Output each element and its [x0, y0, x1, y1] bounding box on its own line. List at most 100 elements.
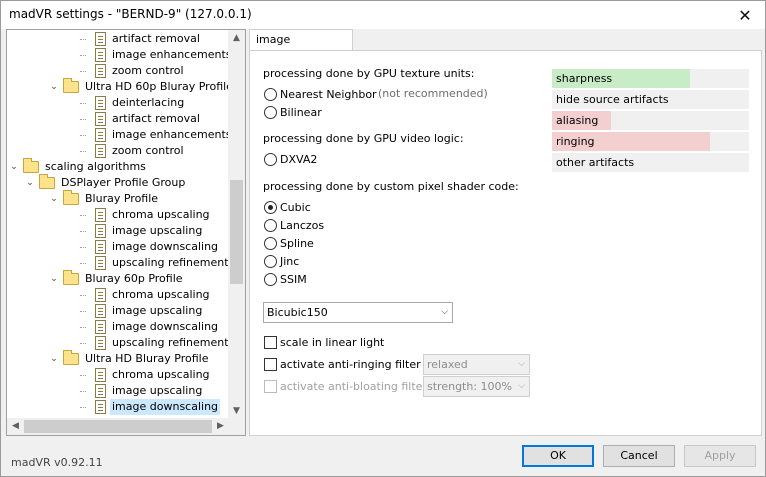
page-icon	[95, 304, 106, 318]
horizontal-scrollbar[interactable]: ◀ ▶	[7, 418, 229, 435]
radio-jinc[interactable]	[264, 255, 277, 268]
radio-spline-label[interactable]: Spline	[280, 237, 314, 250]
expander-icon[interactable]: ⌄	[25, 175, 35, 191]
tree-item-label[interactable]: image upscaling	[110, 383, 204, 399]
tree-item-label[interactable]: Ultra HD Bluray Profile	[83, 351, 210, 367]
filter-select[interactable]: Bicubic150 ⌵	[263, 302, 453, 323]
page-icon	[95, 224, 106, 238]
tree-item[interactable]: image downscaling	[7, 399, 229, 415]
filter-select-value: Bicubic150	[267, 306, 328, 319]
apply-button[interactable]: Apply	[684, 445, 756, 467]
page-icon	[95, 32, 106, 46]
expander-icon[interactable]: ⌄	[9, 159, 19, 175]
radio-spline[interactable]	[264, 237, 277, 250]
tree-item[interactable]: zoom control	[7, 143, 229, 159]
tree-item-label[interactable]: upscaling refinement	[110, 335, 231, 351]
tree-item[interactable]: image upscaling	[7, 223, 229, 239]
scroll-up-icon[interactable]: ▲	[228, 30, 245, 47]
tree-item-label[interactable]: Bluray Profile	[83, 191, 160, 207]
tree-item-label[interactable]: deinterlacing	[110, 95, 186, 111]
vertical-scrollbar[interactable]: ▲ ▼	[228, 30, 245, 420]
tree-item-label[interactable]: image upscaling	[110, 303, 204, 319]
tree-item-label[interactable]: image downscaling	[110, 319, 220, 335]
folder-icon	[63, 78, 79, 93]
tree-item-label[interactable]: image enhancements	[110, 127, 234, 143]
anti-ringing-checkbox[interactable]	[264, 358, 277, 371]
tree-item[interactable]: artifact removal	[7, 31, 229, 47]
radio-nearest-neighbor-label[interactable]: Nearest Neighbor	[280, 88, 377, 101]
tree-item[interactable]: image downscaling	[7, 239, 229, 255]
tree-item[interactable]: image enhancements	[7, 47, 232, 63]
tree-item-label[interactable]: artifact removal	[110, 31, 202, 47]
tree-item-label[interactable]: artifact removal	[110, 111, 202, 127]
tree-item[interactable]: ⌄ Ultra HD 60p Bluray Profile	[7, 78, 233, 95]
tree-item[interactable]: chroma upscaling	[7, 367, 229, 383]
anti-bloating-label[interactable]: activate anti-bloating filter	[280, 380, 427, 393]
tree-item[interactable]: artifact removal	[7, 111, 229, 127]
scroll-left-icon[interactable]: ◀	[7, 418, 24, 435]
tree-item[interactable]: chroma upscaling	[7, 287, 229, 303]
tab-image-downscaling[interactable]: image downscaling	[249, 29, 353, 66]
tree-item-label[interactable]: Ultra HD 60p Bluray Profile	[83, 79, 235, 95]
vertical-scroll-thumb[interactable]	[230, 180, 243, 284]
radio-cubic-label[interactable]: Cubic	[280, 201, 311, 214]
anti-ringing-label[interactable]: activate anti-ringing filter	[280, 358, 421, 371]
expander-icon[interactable]: ⌄	[49, 351, 59, 367]
radio-lanczos[interactable]	[264, 219, 277, 232]
tree-item-label[interactable]: Bluray 60p Profile	[83, 271, 185, 287]
tree-item[interactable]: upscaling refinement	[7, 255, 229, 271]
tree-item[interactable]: zoom control	[7, 63, 229, 79]
anti-bloating-select[interactable]: strength: 100% ⌵	[423, 376, 530, 397]
tree-item-label[interactable]: image downscaling	[110, 239, 220, 255]
tree-item-label[interactable]: chroma upscaling	[110, 287, 212, 303]
expander-icon[interactable]: ⌄	[49, 79, 59, 95]
tree-item[interactable]: image upscaling	[7, 383, 229, 399]
radio-cubic[interactable]	[264, 201, 277, 214]
linear-light-label[interactable]: scale in linear light	[280, 336, 384, 349]
tree-item[interactable]: image upscaling	[7, 303, 229, 319]
ok-button[interactable]: OK	[522, 445, 594, 467]
shader-heading: processing done by custom pixel shader c…	[263, 180, 519, 193]
linear-light-checkbox[interactable]	[264, 336, 277, 349]
radio-dxva2[interactable]	[264, 153, 277, 166]
tree-item[interactable]: ⌄ Bluray 60p Profile	[7, 270, 229, 287]
tree-item-label[interactable]: image enhancements	[110, 47, 234, 63]
tree-item-label[interactable]: scaling algorithms	[43, 159, 148, 175]
folder-icon	[63, 270, 79, 285]
tree-item-label[interactable]: zoom control	[110, 63, 186, 79]
close-button[interactable]: ✕	[725, 1, 765, 29]
tree-item-label[interactable]: image downscaling	[110, 399, 221, 415]
horizontal-scroll-thumb[interactable]	[24, 420, 212, 433]
radio-lanczos-label[interactable]: Lanczos	[280, 219, 324, 232]
tree-item[interactable]: upscaling refinement	[7, 335, 229, 351]
tree-item-label[interactable]: DSPlayer Profile Group	[59, 175, 187, 191]
anti-bloating-checkbox[interactable]	[264, 380, 277, 393]
tree-item[interactable]: ⌄ Bluray Profile	[7, 190, 229, 207]
page-icon	[95, 368, 106, 382]
tree-item[interactable]: image enhancements	[7, 127, 232, 143]
cancel-button[interactable]: Cancel	[603, 445, 675, 467]
radio-dxva2-label[interactable]: DXVA2	[280, 153, 317, 166]
tree-item-label[interactable]: chroma upscaling	[110, 367, 212, 383]
window-title: madVR settings - "BERND-9" (127.0.0.1)	[9, 7, 252, 21]
tree-item-label[interactable]: zoom control	[110, 143, 186, 159]
tree-item[interactable]: image downscaling	[7, 319, 229, 335]
anti-ringing-select[interactable]: relaxed ⌵	[423, 354, 530, 375]
tree-item[interactable]: ⌄ scaling algorithms	[7, 158, 229, 175]
expander-icon[interactable]: ⌄	[49, 191, 59, 207]
radio-ssim-label[interactable]: SSIM	[280, 273, 307, 286]
radio-ssim[interactable]	[264, 273, 277, 286]
tree-item[interactable]: deinterlacing	[7, 95, 229, 111]
tree-item-label[interactable]: chroma upscaling	[110, 207, 212, 223]
tree-item[interactable]: ⌄ DSPlayer Profile Group	[7, 174, 229, 191]
radio-nearest-neighbor[interactable]	[264, 88, 277, 101]
radio-bilinear-label[interactable]: Bilinear	[280, 106, 322, 119]
radio-jinc-label[interactable]: Jinc	[280, 255, 299, 268]
tree-item-label[interactable]: upscaling refinement	[110, 255, 231, 271]
tree-item[interactable]: chroma upscaling	[7, 207, 229, 223]
tree-item[interactable]: ⌄ Ultra HD Bluray Profile	[7, 350, 229, 367]
scroll-right-icon[interactable]: ▶	[212, 418, 229, 435]
expander-icon[interactable]: ⌄	[49, 271, 59, 287]
tree-item-label[interactable]: image upscaling	[110, 223, 204, 239]
radio-bilinear[interactable]	[264, 106, 277, 119]
